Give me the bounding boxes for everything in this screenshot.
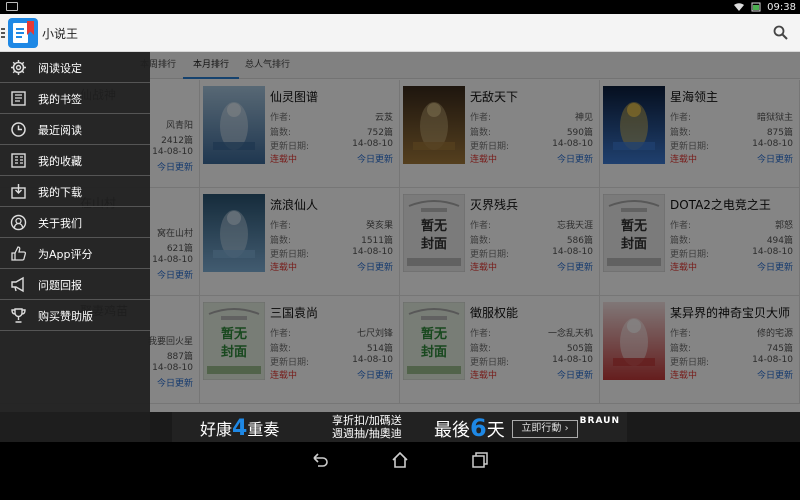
battery-icon <box>751 2 761 12</box>
drawer-item-label: 我的下载 <box>38 186 82 199</box>
bookmark-icon <box>10 90 27 107</box>
drawer-item-label: 我的书签 <box>38 93 82 106</box>
drawer-item-8[interactable]: 购买赞助版 <box>0 300 150 331</box>
drawer-item-7[interactable]: 问题回报 <box>0 269 150 300</box>
status-bar: 09:38 <box>0 0 800 14</box>
drawer-item-4[interactable]: 我的下载 <box>0 176 150 207</box>
drawer-item-label: 最近阅读 <box>38 124 82 137</box>
drawer-item-2[interactable]: 最近阅读 <box>0 114 150 145</box>
clock: 09:38 <box>767 1 796 13</box>
person-icon <box>10 214 27 231</box>
drawer-item-label: 问题回报 <box>38 279 82 292</box>
clock-icon <box>10 121 27 138</box>
system-nav-bar <box>0 442 800 500</box>
drawer-item-6[interactable]: 为App评分 <box>0 238 150 269</box>
home-icon[interactable] <box>390 450 410 470</box>
back-icon[interactable] <box>310 450 330 470</box>
ad-countdown: 最後6天 <box>434 414 505 442</box>
notification-icon <box>6 2 18 11</box>
screen: 09:38 小说王 本周排行 本月排行 总人气排行 仙灵图谱 作者: 云芨 篇数: … <box>0 0 800 500</box>
app-title: 小说王 <box>42 27 79 41</box>
search-icon[interactable] <box>772 24 790 42</box>
app-logo-icon[interactable] <box>8 18 38 48</box>
ad-brand: BRAUN <box>579 416 620 426</box>
drawer-item-label: 为App评分 <box>38 248 93 261</box>
gear-icon <box>10 59 27 76</box>
navigation-drawer: 阅读设定 我的书签 最近阅读 我的收藏 我的下载 关于我们 为App评分 问题回… <box>0 52 150 442</box>
drawer-indicator-icon[interactable] <box>1 28 5 38</box>
ad-headline: 好康4重奏 <box>200 416 280 441</box>
drawer-item-3[interactable]: 我的收藏 <box>0 145 150 176</box>
megaphone-icon <box>10 276 27 293</box>
download-icon <box>10 183 27 200</box>
wifi-icon <box>733 2 745 12</box>
ad-cta-button[interactable]: 立即行動 › <box>512 420 578 438</box>
trophy-icon <box>10 307 27 324</box>
drawer-item-label: 购买赞助版 <box>38 310 93 323</box>
ad-subtext: 享折扣/加碼送 週週抽/抽奧迪 <box>332 414 402 440</box>
collection-icon <box>10 152 27 169</box>
drawer-item-label: 我的收藏 <box>38 155 82 168</box>
drawer-item-0[interactable]: 阅读设定 <box>0 52 150 83</box>
drawer-item-label: 阅读设定 <box>38 62 82 75</box>
app-bar: 小说王 <box>0 14 800 52</box>
ad-banner[interactable]: 好康4重奏 享折扣/加碼送 週週抽/抽奧迪 最後6天 立即行動 › BRAUN <box>150 412 800 442</box>
recent-apps-icon[interactable] <box>470 450 490 470</box>
drawer-item-5[interactable]: 关于我们 <box>0 207 150 238</box>
thumbs-up-icon <box>10 245 27 262</box>
drawer-item-label: 关于我们 <box>38 217 82 230</box>
drawer-item-1[interactable]: 我的书签 <box>0 83 150 114</box>
